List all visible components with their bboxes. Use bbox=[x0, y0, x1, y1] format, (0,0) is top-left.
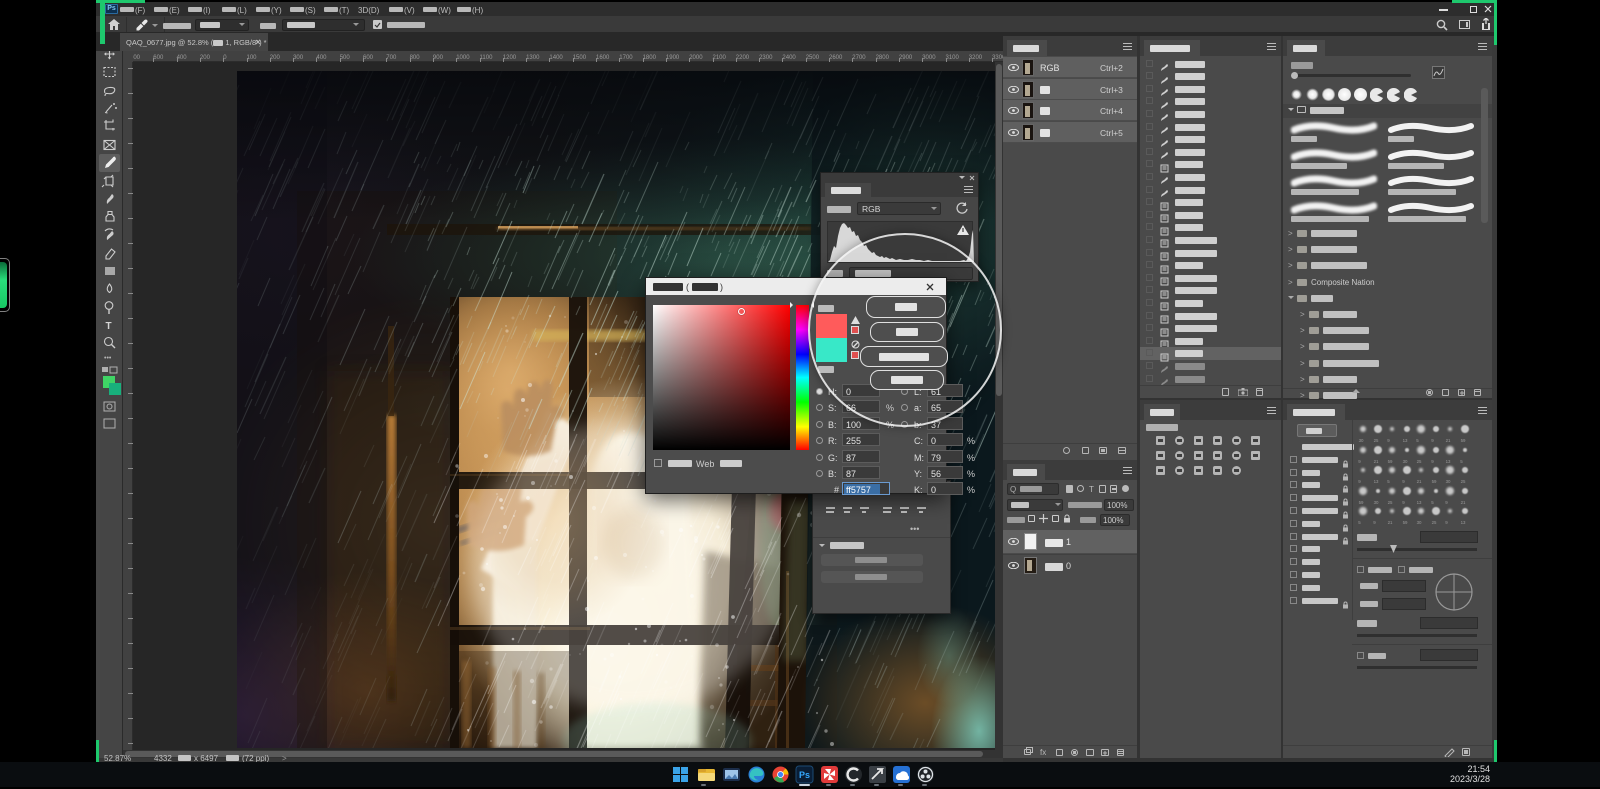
svg-text:•••: ••• bbox=[104, 355, 112, 362]
svg-text:T: T bbox=[106, 321, 112, 332]
svg-text:Ps: Ps bbox=[799, 770, 810, 780]
